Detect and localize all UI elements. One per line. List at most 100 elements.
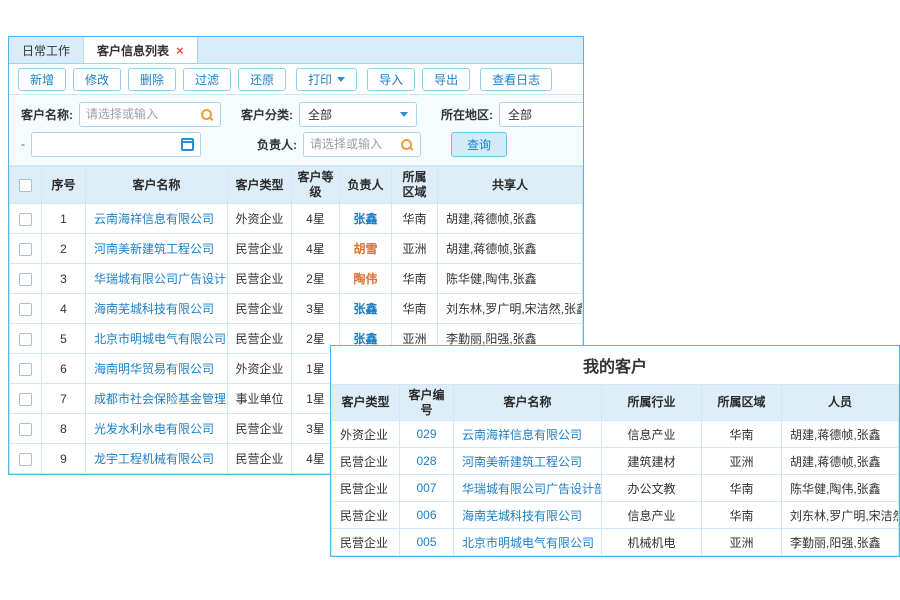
shared-people: 陈华健,陶伟,张鑫 <box>438 264 583 294</box>
header-customer-type: 客户类型 <box>228 167 292 204</box>
tab-bar: 日常工作 客户信息列表 × <box>9 37 583 64</box>
table-row[interactable]: 民营企业 028 河南美新建筑工程公司 建筑建材 亚洲 胡建,蒋德帧,张鑫 <box>332 448 899 475</box>
row-checkbox[interactable] <box>19 303 32 316</box>
region: 华南 <box>702 421 782 448</box>
row-checkbox[interactable] <box>19 453 32 466</box>
region-select[interactable]: 全部 <box>499 102 583 127</box>
toolbar-button[interactable]: 新增 <box>18 68 66 91</box>
customer-no-link[interactable]: 005 <box>400 529 454 556</box>
staff: 胡建,蒋德帧,张鑫 <box>782 421 899 448</box>
row-checkbox[interactable] <box>19 273 32 286</box>
customer-name-input[interactable] <box>86 107 201 121</box>
toolbar-button[interactable]: 导入 <box>367 68 415 91</box>
owner-input[interactable] <box>310 137 401 151</box>
header-customer-name: 客户名称 <box>454 385 602 421</box>
customer-level: 3星 <box>292 294 340 324</box>
industry: 建筑建材 <box>602 448 702 475</box>
owner-label: 负责人: <box>257 136 297 153</box>
table-row[interactable]: 民营企业 006 海南芜城科技有限公司 信息产业 华南 刘东林,罗广明,宋洁然.… <box>332 502 899 529</box>
owner-name[interactable]: 张鑫 <box>340 294 392 324</box>
customer-type: 民营企业 <box>228 324 292 354</box>
customer-name-link[interactable]: 云南海祥信息有限公司 <box>454 421 602 448</box>
region: 华南 <box>702 502 782 529</box>
tab-customer-list[interactable]: 客户信息列表 × <box>84 37 198 63</box>
customer-name-link[interactable]: 光发水利水电有限公司 <box>86 414 228 444</box>
row-checkbox[interactable] <box>19 333 32 346</box>
customer-no-link[interactable]: 006 <box>400 502 454 529</box>
tab-close-icon[interactable]: × <box>176 44 184 57</box>
tab-daily-work[interactable]: 日常工作 <box>9 37 84 63</box>
owner-name[interactable]: 陶伟 <box>340 264 392 294</box>
region: 华南 <box>392 294 438 324</box>
customer-type: 外资企业 <box>228 204 292 234</box>
customer-name-link[interactable]: 河南美新建筑工程公司 <box>86 234 228 264</box>
table-row[interactable]: 2 河南美新建筑工程公司 民营企业 4星 胡雪 亚洲 胡建,蒋德帧,张鑫 <box>10 234 583 264</box>
customer-name-link[interactable]: 龙宇工程机械有限公司 <box>86 444 228 474</box>
customer-name-link[interactable]: 成都市社会保险基金管理... <box>86 384 228 414</box>
toolbar-button[interactable]: 导出 <box>422 68 470 91</box>
customer-name-link[interactable]: 北京市明城电气有限公司 <box>86 324 228 354</box>
industry: 信息产业 <box>602 502 702 529</box>
customer-name-link[interactable]: 云南海祥信息有限公司 <box>86 204 228 234</box>
region: 华南 <box>702 475 782 502</box>
header-staff: 人员 <box>782 385 899 421</box>
customer-no-link[interactable]: 028 <box>400 448 454 475</box>
owner-name[interactable]: 张鑫 <box>340 204 392 234</box>
query-button[interactable]: 查询 <box>451 132 507 157</box>
customer-type: 外资企业 <box>228 354 292 384</box>
header-customer-name: 客户名称 <box>86 167 228 204</box>
toolbar-io-group: 导入导出 <box>367 68 470 91</box>
table-row[interactable]: 1 云南海祥信息有限公司 外资企业 4星 张鑫 华南 胡建,蒋德帧,张鑫 <box>10 204 583 234</box>
shared-people: 胡建,蒋德帧,张鑫 <box>438 234 583 264</box>
print-button[interactable]: 打印 <box>296 68 357 91</box>
customer-no-link[interactable]: 029 <box>400 421 454 448</box>
print-button-label: 打印 <box>308 71 332 88</box>
toolbar-button[interactable]: 过滤 <box>183 68 231 91</box>
header-region: 所属区域 <box>702 385 782 421</box>
customer-no-link[interactable]: 007 <box>400 475 454 502</box>
category-select[interactable]: 全部 <box>299 102 417 127</box>
table-row[interactable]: 民营企业 005 北京市明城电气有限公司 机械机电 亚洲 李勤丽,阳强,张鑫 <box>332 529 899 556</box>
header-no: 序号 <box>42 167 86 204</box>
table-row[interactable]: 民营企业 007 华瑞城有限公司广告设计部 办公文教 华南 陈华健,陶伟,张鑫 <box>332 475 899 502</box>
customer-name-link[interactable]: 北京市明城电气有限公司 <box>454 529 602 556</box>
row-checkbox[interactable] <box>19 363 32 376</box>
row-number: 4 <box>42 294 86 324</box>
toolbar-button[interactable]: 还原 <box>238 68 286 91</box>
row-checkbox[interactable] <box>19 213 32 226</box>
filter-area: 客户名称: 客户分类: 全部 所在地区: 全部 - 负责人: <box>9 95 583 166</box>
date-input[interactable] <box>38 137 181 151</box>
customer-name-link[interactable]: 海南明华贸易有限公司 <box>86 354 228 384</box>
tab-customer-list-label: 客户信息列表 <box>97 42 169 59</box>
row-number: 1 <box>42 204 86 234</box>
table-row[interactable]: 外资企业 029 云南海祥信息有限公司 信息产业 华南 胡建,蒋德帧,张鑫 <box>332 421 899 448</box>
customer-name-link[interactable]: 华瑞城有限公司广告设计部 <box>454 475 602 502</box>
owner-name[interactable]: 胡雪 <box>340 234 392 264</box>
search-icon[interactable] <box>201 108 214 121</box>
table-row[interactable]: 4 海南芜城科技有限公司 民营企业 3星 张鑫 华南 刘东林,罗广明,宋洁然,张… <box>10 294 583 324</box>
customer-name-link[interactable]: 海南芜城科技有限公司 <box>454 502 602 529</box>
select-all-cell <box>10 167 42 204</box>
calendar-icon[interactable] <box>181 138 194 151</box>
customer-level: 4星 <box>292 234 340 264</box>
row-checkbox[interactable] <box>19 393 32 406</box>
toolbar-button[interactable]: 删除 <box>128 68 176 91</box>
row-number: 5 <box>42 324 86 354</box>
customer-name-link[interactable]: 华瑞城有限公司广告设计部 <box>86 264 228 294</box>
table-row[interactable]: 3 华瑞城有限公司广告设计部 民营企业 2星 陶伟 华南 陈华健,陶伟,张鑫 <box>10 264 583 294</box>
row-number: 9 <box>42 444 86 474</box>
toolbar-button[interactable]: 修改 <box>73 68 121 91</box>
customer-type: 民营企业 <box>332 448 400 475</box>
row-checkbox[interactable] <box>19 243 32 256</box>
row-checkbox[interactable] <box>19 423 32 436</box>
customer-type: 事业单位 <box>228 384 292 414</box>
region: 亚洲 <box>702 448 782 475</box>
customer-type: 民营企业 <box>332 502 400 529</box>
view-log-button[interactable]: 查看日志 <box>480 68 552 91</box>
customer-name-link[interactable]: 河南美新建筑工程公司 <box>454 448 602 475</box>
search-icon[interactable] <box>401 138 414 151</box>
customer-name-label: 客户名称: <box>21 106 73 123</box>
select-all-checkbox[interactable] <box>19 179 32 192</box>
header-owner: 负责人 <box>340 167 392 204</box>
customer-name-link[interactable]: 海南芜城科技有限公司 <box>86 294 228 324</box>
